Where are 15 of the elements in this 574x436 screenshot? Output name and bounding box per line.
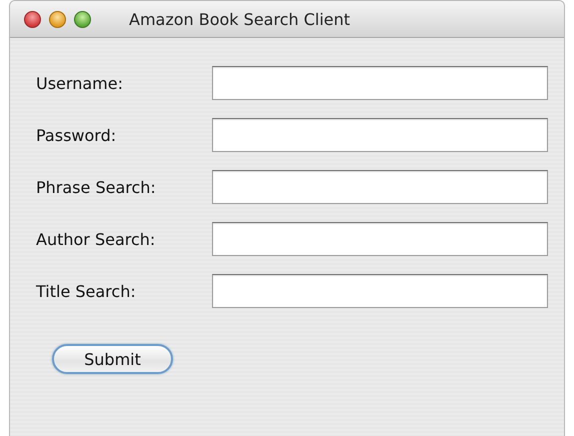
field-label: Password: [36,126,118,144]
input-field[interactable] [212,222,548,256]
minimize-button[interactable] [49,10,66,28]
input-field[interactable] [212,170,548,204]
submit-button[interactable]: Submit [52,344,173,374]
zoom-button[interactable] [74,10,91,28]
field-label: Author Search: [36,230,156,248]
input-field[interactable] [212,118,548,152]
field-label: Phrase Search: [36,178,157,196]
close-button[interactable] [24,10,41,28]
field-label: Title Search: [36,282,137,300]
window-title: Amazon Book Search Client [129,10,350,28]
input-field[interactable] [212,66,548,100]
input-field[interactable] [212,274,548,308]
field-label: Username: [36,74,124,92]
